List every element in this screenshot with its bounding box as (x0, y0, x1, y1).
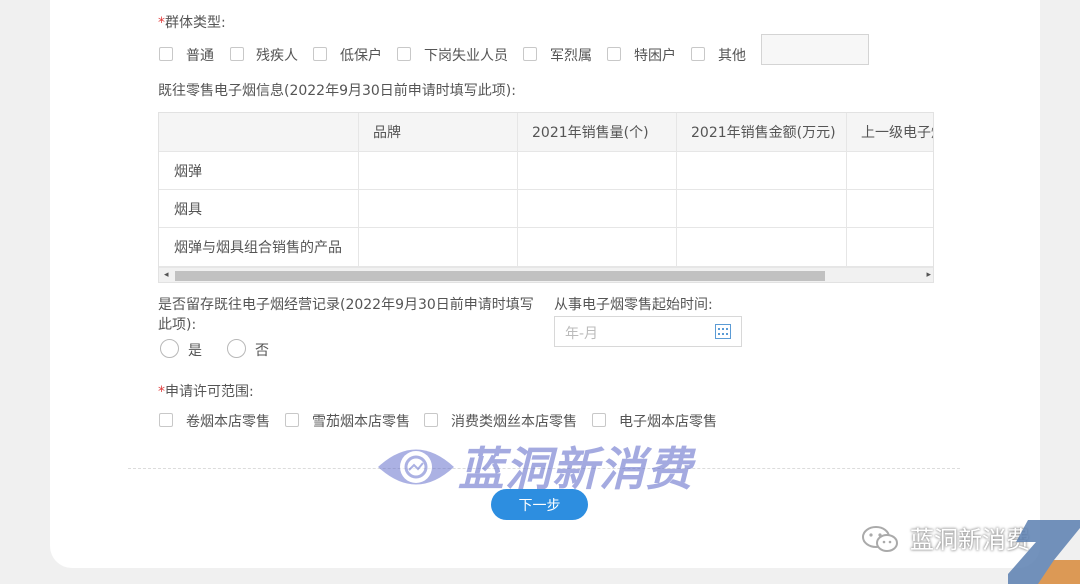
other-input[interactable] (761, 34, 869, 65)
corner-logo-icon (1008, 520, 1080, 584)
option-cut-tobacco-retail-label: 消费类烟丝本店零售 (451, 414, 577, 430)
option-normal-label: 普通 (186, 48, 214, 64)
scroll-left-arrow-icon[interactable]: ◂ (164, 270, 169, 280)
start-time-label: 从事电子烟零售起始时间: (554, 297, 713, 313)
checkbox-special-hardship[interactable] (607, 47, 621, 61)
checkbox-cut-tobacco-retail[interactable] (424, 413, 438, 427)
table-cell-input[interactable] (518, 152, 677, 190)
table-cell-input[interactable] (518, 190, 677, 228)
table-header-empty (159, 113, 359, 152)
checkbox-cigarette-retail[interactable] (159, 413, 173, 427)
retain-records-label-line1: 是否留存既往电子烟经营记录(2022年9月30日前申请时填写 (158, 297, 534, 313)
table-cell-input[interactable] (677, 228, 847, 267)
radio-no-label: 否 (255, 343, 269, 359)
table-cell-input[interactable] (359, 152, 518, 190)
checkbox-military-family[interactable] (523, 47, 537, 61)
checkbox-other[interactable] (691, 47, 705, 61)
radio-yes[interactable] (160, 339, 179, 358)
start-time-input[interactable]: 年-月 (554, 316, 742, 347)
table-horizontal-scrollbar[interactable]: ◂ ▸ (159, 267, 933, 282)
table-cell-input[interactable] (847, 228, 933, 267)
table-row-label: 烟具 (159, 190, 359, 228)
checkbox-laid-off[interactable] (397, 47, 411, 61)
scroll-right-arrow-icon[interactable]: ▸ (926, 270, 931, 280)
table-row-label: 烟弹与烟具组合销售的产品 (159, 228, 359, 267)
table-cell-input[interactable] (847, 152, 933, 190)
start-time-placeholder: 年-月 (565, 326, 599, 342)
table-header-sales-amount: 2021年销售金额(万元) (677, 113, 847, 152)
scrollbar-thumb[interactable] (175, 271, 825, 281)
option-disabled-label: 残疾人 (256, 48, 298, 64)
radio-no[interactable] (227, 339, 246, 358)
checkbox-normal[interactable] (159, 47, 173, 61)
checkbox-low-income[interactable] (313, 47, 327, 61)
table-cell-input[interactable] (518, 228, 677, 267)
table-cell-input[interactable] (359, 228, 518, 267)
option-low-income-label: 低保户 (340, 48, 382, 64)
option-e-cigarette-retail-label: 电子烟本店零售 (619, 414, 717, 430)
option-special-hardship-label: 特困户 (634, 48, 676, 64)
table-cell-input[interactable] (847, 190, 933, 228)
past-sales-label: 既往零售电子烟信息(2022年9月30日前申请时填写此项): (158, 83, 516, 99)
next-step-button[interactable]: 下一步 (491, 489, 588, 520)
option-military-family-label: 军烈属 (550, 48, 592, 64)
past-sales-table: 品牌 2021年销售量(个) 2021年销售金额(万元) 上一级电子烟 烟弹 烟… (158, 112, 934, 283)
option-cigarette-retail-label: 卷烟本店零售 (186, 414, 270, 430)
table-cell-input[interactable] (677, 152, 847, 190)
table-header-brand: 品牌 (359, 113, 518, 152)
retain-records-label-line2: 此项): (158, 317, 197, 333)
group-type-label: *群体类型: (158, 15, 226, 31)
option-laid-off-label: 下岗失业人员 (424, 48, 508, 64)
calendar-icon[interactable] (715, 324, 731, 339)
table-cell-input[interactable] (359, 190, 518, 228)
radio-yes-label: 是 (188, 343, 202, 359)
option-other-label: 其他 (718, 48, 746, 64)
license-scope-label: *申请许可范围: (158, 384, 254, 400)
table-row-label: 烟弹 (159, 152, 359, 190)
watermark-eye-logo-icon (378, 449, 454, 485)
checkbox-e-cigarette-retail[interactable] (592, 413, 606, 427)
table-header-sales-volume: 2021年销售量(个) (518, 113, 677, 152)
wechat-icon (862, 526, 898, 552)
checkbox-disabled[interactable] (230, 47, 244, 61)
checkbox-cigar-retail[interactable] (285, 413, 299, 427)
table-header-upper-level: 上一级电子烟 (847, 113, 933, 152)
table-cell-input[interactable] (677, 190, 847, 228)
option-cigar-retail-label: 雪茄烟本店零售 (312, 414, 410, 430)
